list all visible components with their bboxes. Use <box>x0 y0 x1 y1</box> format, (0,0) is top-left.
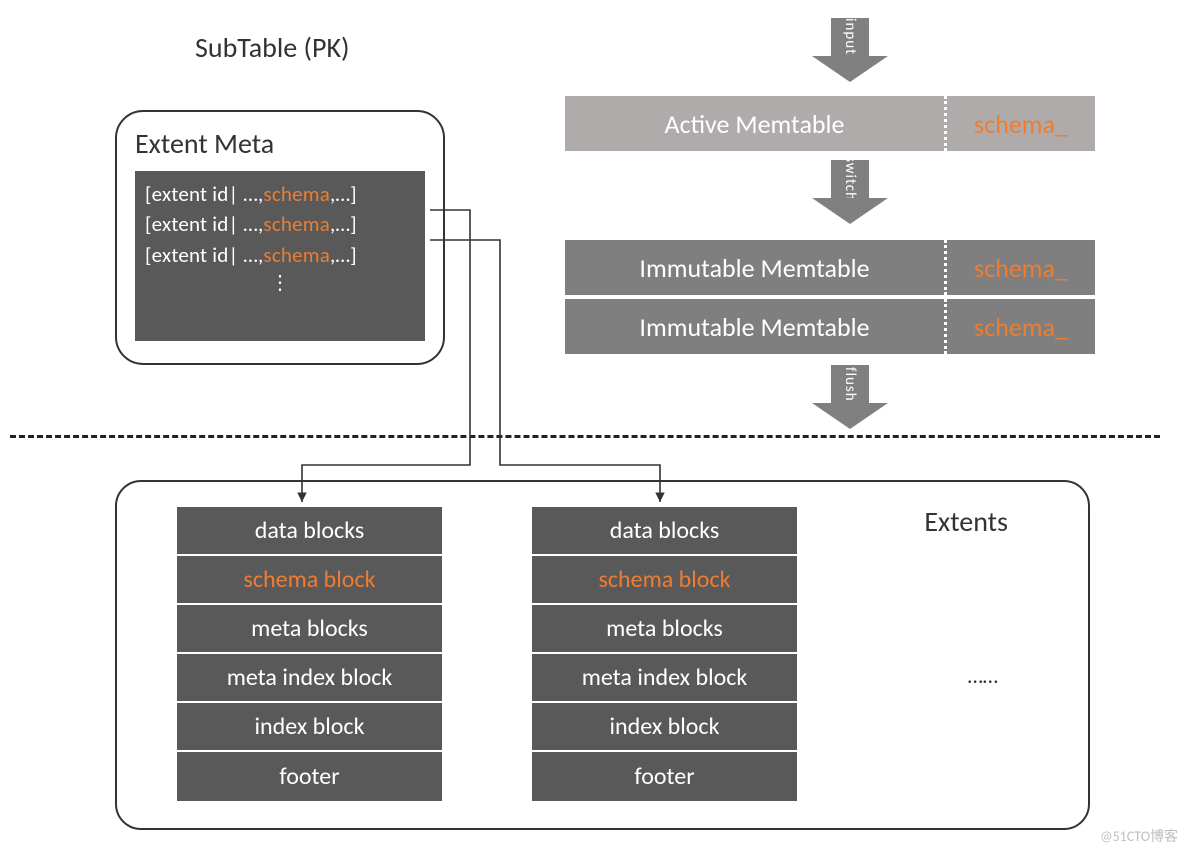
extent-cell: meta index block <box>177 654 442 703</box>
extents-dots: …… <box>968 662 998 689</box>
meta-dots: ⋮ <box>145 270 415 295</box>
active-memtable-schema: schema_ <box>947 96 1095 151</box>
extent-column: data blocks schema block meta blocks met… <box>532 507 797 801</box>
extent-cell: footer <box>532 752 797 801</box>
meta-row: [extent id| …,schema,…] <box>145 209 415 239</box>
immutable-memtable-schema: schema_ <box>947 299 1095 354</box>
immutable-memtable-schema: schema_ <box>947 240 1095 295</box>
meta-row: [extent id| …,schema,…] <box>145 240 415 270</box>
extents-label: Extents <box>924 504 1008 539</box>
arrow-label-input: input <box>841 18 859 55</box>
switch-arrow: switch <box>812 160 888 224</box>
extents-box: Extents …… data blocks schema block meta… <box>115 480 1090 830</box>
extent-cell: footer <box>177 752 442 801</box>
extent-cell: data blocks <box>532 507 797 556</box>
extent-column: data blocks schema block meta blocks met… <box>177 507 442 801</box>
active-memtable-label: Active Memtable <box>565 96 947 151</box>
watermark: @51CTO博客 <box>1100 826 1178 846</box>
arrow-label-switch: switch <box>841 156 859 201</box>
extent-cell: meta blocks <box>177 605 442 654</box>
extent-cell-schema: schema block <box>177 556 442 605</box>
immutable-memtable: Immutable Memtable schema_ <box>565 299 1095 354</box>
extent-cell: index block <box>532 703 797 752</box>
immutable-memtable-label: Immutable Memtable <box>565 240 947 295</box>
flush-arrow: flush <box>812 365 888 429</box>
meta-row: [extent id| …,schema,…] <box>145 179 415 209</box>
active-memtable: Active Memtable schema_ <box>565 96 1095 151</box>
input-arrow: input <box>812 18 888 82</box>
extent-cell: data blocks <box>177 507 442 556</box>
extent-meta-body: [extent id| …,schema,…] [extent id| …,sc… <box>135 171 425 341</box>
extent-cell-schema: schema block <box>532 556 797 605</box>
arrow-label-flush: flush <box>841 367 859 402</box>
extent-meta-box: Extent Meta [extent id| …,schema,…] [ext… <box>115 110 445 365</box>
extent-cell: meta index block <box>532 654 797 703</box>
extent-meta-label: Extent Meta <box>135 126 425 161</box>
immutable-memtable: Immutable Memtable schema_ <box>565 240 1095 295</box>
immutable-memtable-label: Immutable Memtable <box>565 299 947 354</box>
subtable-title: SubTable (PK) <box>195 30 350 65</box>
divider-line <box>10 435 1160 438</box>
extent-cell: meta blocks <box>532 605 797 654</box>
extent-cell: index block <box>177 703 442 752</box>
